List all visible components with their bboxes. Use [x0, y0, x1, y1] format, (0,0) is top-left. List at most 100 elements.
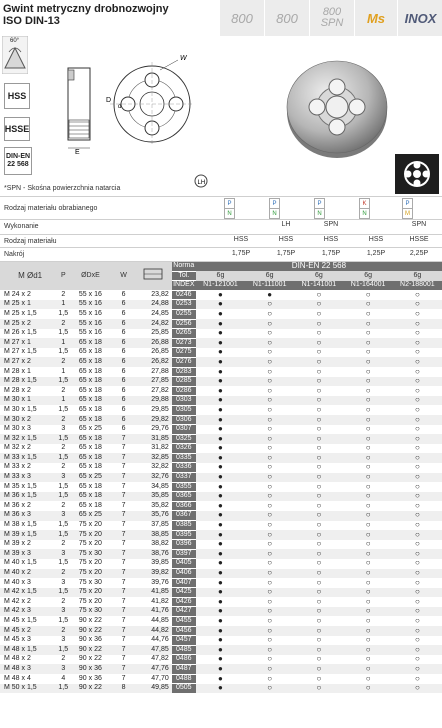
table-row: M 36 x 1,5 1,5 65 x 18 7 35,85 0365 ● ○ ○ ○ ○	[0, 492, 442, 502]
available-empty-mark: ○	[316, 615, 322, 625]
cell-index: 0255	[171, 309, 196, 320]
cell-dxe: 65 x 18	[70, 491, 111, 502]
cell-index: 0426	[171, 597, 196, 608]
cell-d1: 27,82	[151, 386, 169, 394]
cell-thread: M 42 x 3	[0, 606, 57, 617]
cell-pitch: 1,5	[58, 405, 69, 413]
available-filled-mark: ●	[218, 347, 223, 357]
cell-pitch: 2	[61, 597, 66, 605]
rodzaj_materialu-3: HSS	[323, 236, 339, 243]
cell-w: 7	[110, 530, 137, 540]
nakroj-3: 1,75P	[321, 250, 341, 257]
cell-w: 6	[110, 376, 137, 387]
available-empty-mark: ○	[343, 492, 393, 502]
table-row: M 48 x 2 2 90 x 22 7 47,82 0486 ● ○ ○ ○ ○	[0, 655, 442, 665]
cell-d1: 49,85	[136, 683, 172, 694]
available-empty-mark: ○	[245, 588, 295, 598]
cell-dxe: 55 x 16	[78, 309, 102, 317]
cell-d1: 38,82	[151, 540, 169, 548]
cell-pitch: 3	[56, 510, 71, 521]
available-empty-mark: ○	[267, 654, 273, 664]
cell-dxe: 65 x 18	[78, 444, 102, 452]
cell-dxe: 55 x 16	[70, 319, 111, 329]
cell-pitch: 1	[56, 395, 71, 406]
cell-d1: 24,85	[151, 309, 169, 317]
cell-thread: M 38 x 1,5	[4, 521, 37, 529]
cell-thread: M 27 x 1	[0, 338, 57, 348]
cell-index: 0355	[171, 482, 196, 493]
cell-thread: M 42 x 1,5	[0, 587, 57, 598]
cell-pitch: 1,5	[56, 530, 71, 540]
cell-w: 6	[110, 319, 137, 329]
cell-pitch: 1,5	[56, 434, 71, 444]
available-empty-mark: ○	[245, 357, 295, 368]
title-line-2: ISO DIN-13	[3, 15, 60, 27]
available-empty-mark: ○	[294, 376, 344, 387]
index-4: N1-164001	[343, 280, 393, 291]
available-filled-mark: ●	[218, 404, 223, 414]
cell-dxe: 65 x 18	[78, 501, 102, 509]
cell-index: 0303	[171, 395, 196, 406]
cell-index: 0246	[171, 290, 196, 301]
available-empty-mark: ○	[414, 615, 420, 625]
cell-dxe: 75 x 20	[70, 587, 111, 598]
available-empty-mark: ○	[365, 328, 371, 338]
cell-dxe: 65 x 25	[78, 425, 102, 433]
available-empty-mark: ○	[365, 443, 371, 453]
cell-index: 0455	[171, 616, 196, 627]
available-filled-mark: ●	[218, 635, 223, 645]
cell-w: 6	[121, 367, 126, 375]
available-empty-mark: ○	[267, 615, 273, 625]
cell-dxe: 55 x 16	[78, 329, 102, 337]
cell-d1: 41,76	[136, 606, 172, 617]
cell-d1: 32,82	[151, 463, 169, 471]
cell-thread: M 36 x 1,5	[0, 491, 57, 502]
cell-dxe: 55 x 16	[78, 290, 102, 298]
available-empty-mark: ○	[267, 520, 273, 530]
cell-d1: 35,76	[136, 510, 172, 521]
cell-thread: M 48 x 2	[4, 655, 31, 663]
available-empty-mark: ○	[392, 588, 442, 598]
cell-pitch: 3	[56, 606, 71, 617]
available-empty-mark: ○	[267, 443, 273, 453]
header-cell-ms: Ms	[354, 0, 397, 36]
available-filled-mark: ●	[218, 654, 223, 664]
available-empty-mark: ○	[392, 376, 442, 387]
cell-thread: M 24 x 2	[4, 290, 31, 298]
cell-thread: M 45 x 2	[0, 626, 57, 636]
cell-thread: M 25 x 2	[0, 319, 57, 329]
cell-d1: 23,82	[151, 290, 169, 298]
cell-w: 7	[121, 482, 126, 490]
cell-w: 7	[110, 491, 137, 502]
hsse-badge: HSSE	[4, 117, 30, 141]
cell-index: 0397	[171, 549, 196, 560]
cell-pitch: 2	[61, 501, 66, 509]
available-empty-mark: ○	[343, 472, 393, 483]
cell-d1: 35,85	[136, 491, 172, 502]
tol-label: Tol.	[171, 271, 196, 282]
cell-w: 7	[110, 453, 137, 463]
material-code-5-2: M	[402, 208, 413, 219]
cell-d1: 26,88	[136, 338, 172, 348]
col-m-header: M Ød1	[0, 262, 57, 291]
available-empty-mark: ○	[245, 683, 295, 694]
cell-index: 0337	[171, 472, 196, 483]
cell-d1: 27,88	[151, 367, 169, 375]
available-filled-mark: ●	[195, 588, 246, 598]
available-filled-mark: ●	[218, 328, 223, 338]
cell-d1: 47,76	[136, 664, 172, 675]
available-empty-mark: ○	[392, 568, 442, 579]
cell-index: 0253	[171, 299, 196, 310]
cell-pitch: 2	[61, 444, 66, 452]
cell-index: 0273	[171, 338, 196, 349]
available-empty-mark: ○	[294, 396, 344, 406]
cell-w: 7	[121, 674, 126, 682]
cell-pitch: 2	[61, 290, 66, 298]
svg-text:LH: LH	[198, 180, 206, 186]
cell-d1: 44,82	[136, 626, 172, 636]
cell-dxe: 65 x 18	[70, 338, 111, 348]
cell-index: 0487	[171, 664, 196, 675]
cell-thread: M 39 x 1,5	[0, 530, 57, 540]
norma-value: DIN-EN 22 568	[195, 261, 442, 272]
table-row: M 39 x 2 2 75 x 20 7 38,82 0396 ● ○ ○ ○ ○	[0, 540, 442, 550]
